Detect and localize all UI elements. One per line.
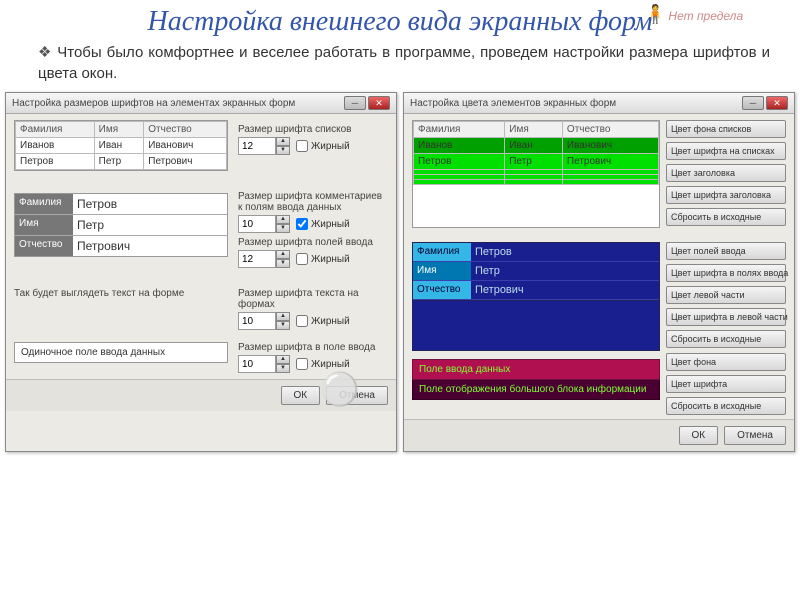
single-input-bold-checkbox[interactable]: Жирный (296, 358, 350, 370)
color-field-preview: ФамилияПетров ИмяПетр ОтчествоПетрович (412, 242, 660, 301)
mannequin-icon: ⚪ (320, 370, 360, 408)
close-button[interactable]: ✕ (368, 96, 390, 110)
input-font-spinner[interactable]: ▲▼ (238, 250, 290, 268)
comment-bold-checkbox[interactable]: Жирный (296, 218, 350, 230)
watermark: 🧍Нет предела (644, 4, 794, 30)
reset-button-2[interactable]: Сбросить в исходные (666, 330, 786, 348)
page-subtitle: Чтобы было комфортнее и веселее работать… (0, 40, 800, 92)
font-color-button[interactable]: Цвет шрифта (666, 375, 786, 393)
table-row: ИвановИванИванович (16, 138, 227, 154)
list-bg-color-button[interactable]: Цвет фона списков (666, 120, 786, 138)
list-font-label: Размер шрифта списков (238, 124, 388, 135)
left-part-color-button[interactable]: Цвет левой части (666, 286, 786, 304)
input-color-button[interactable]: Цвет полей ввода (666, 242, 786, 260)
close-button[interactable]: ✕ (766, 96, 788, 110)
comment-font-label: Размер шрифта комментариев к полям ввода… (238, 191, 388, 213)
big-block-preview: Поле отображения большого блока информац… (412, 380, 660, 400)
table-row: ПетровПетрПетрович (414, 154, 659, 170)
header-font-color-button[interactable]: Цвет шрифта заголовка (666, 186, 786, 204)
header-color-button[interactable]: Цвет заголовка (666, 164, 786, 182)
input-bold-checkbox[interactable]: Жирный (296, 253, 350, 265)
form-text-preview: Так будет выглядеть текст на форме (14, 284, 228, 303)
form-text-font-label: Размер шрифта текста на формах (238, 288, 388, 310)
reset-button[interactable]: Сбросить в исходные (666, 208, 786, 226)
list-font-color-button[interactable]: Цвет шрифта на списках (666, 142, 786, 160)
minimize-button[interactable]: ─ (742, 96, 764, 110)
list-preview-table[interactable]: ФамилияИмяОтчество ИвановИванИванович Пе… (14, 120, 228, 171)
ok-button[interactable]: ОК (281, 386, 321, 405)
form-text-spinner[interactable]: ▲▼ (238, 312, 290, 330)
comment-font-spinner[interactable]: ▲▼ (238, 215, 290, 233)
minimize-button[interactable]: ─ (344, 96, 366, 110)
window-title: Настройка цвета элементов экранных форм (410, 98, 616, 109)
color-list-preview[interactable]: ФамилияИмяОтчество ИвановИванИванович Пе… (412, 120, 660, 228)
single-input-spinner[interactable]: ▲▼ (238, 355, 290, 373)
data-entry-field-preview: Поле ввода данных (412, 359, 660, 380)
single-input-font-label: Размер шрифта в поле ввода (238, 342, 388, 353)
list-bold-checkbox[interactable]: Жирный (296, 140, 350, 152)
table-row: ПетровПетрПетрович (16, 154, 227, 170)
single-input-preview[interactable]: Одиночное поле ввода данных (14, 342, 228, 363)
input-font-label: Размер шрифта полей ввода (238, 237, 388, 248)
window-title: Настройка размеров шрифтов на элементах … (12, 98, 295, 109)
bg-color-button[interactable]: Цвет фона (666, 353, 786, 371)
reset-button-3[interactable]: Сбросить в исходные (666, 397, 786, 415)
ok-button[interactable]: ОК (679, 426, 719, 445)
field-preview-form: ФамилияПетров ИмяПетр ОтчествоПетрович (14, 193, 228, 257)
list-font-size-spinner[interactable]: ▲▼ (238, 137, 290, 155)
color-settings-window: Настройка цвета элементов экранных форм … (403, 92, 795, 452)
left-part-font-color-button[interactable]: Цвет шрифта в левой части (666, 308, 786, 326)
form-text-bold-checkbox[interactable]: Жирный (296, 315, 350, 327)
input-font-color-button[interactable]: Цвет шрифта в полях ввода (666, 264, 786, 282)
table-row: ИвановИванИванович (414, 138, 659, 154)
cancel-button[interactable]: Отмена (724, 426, 786, 445)
